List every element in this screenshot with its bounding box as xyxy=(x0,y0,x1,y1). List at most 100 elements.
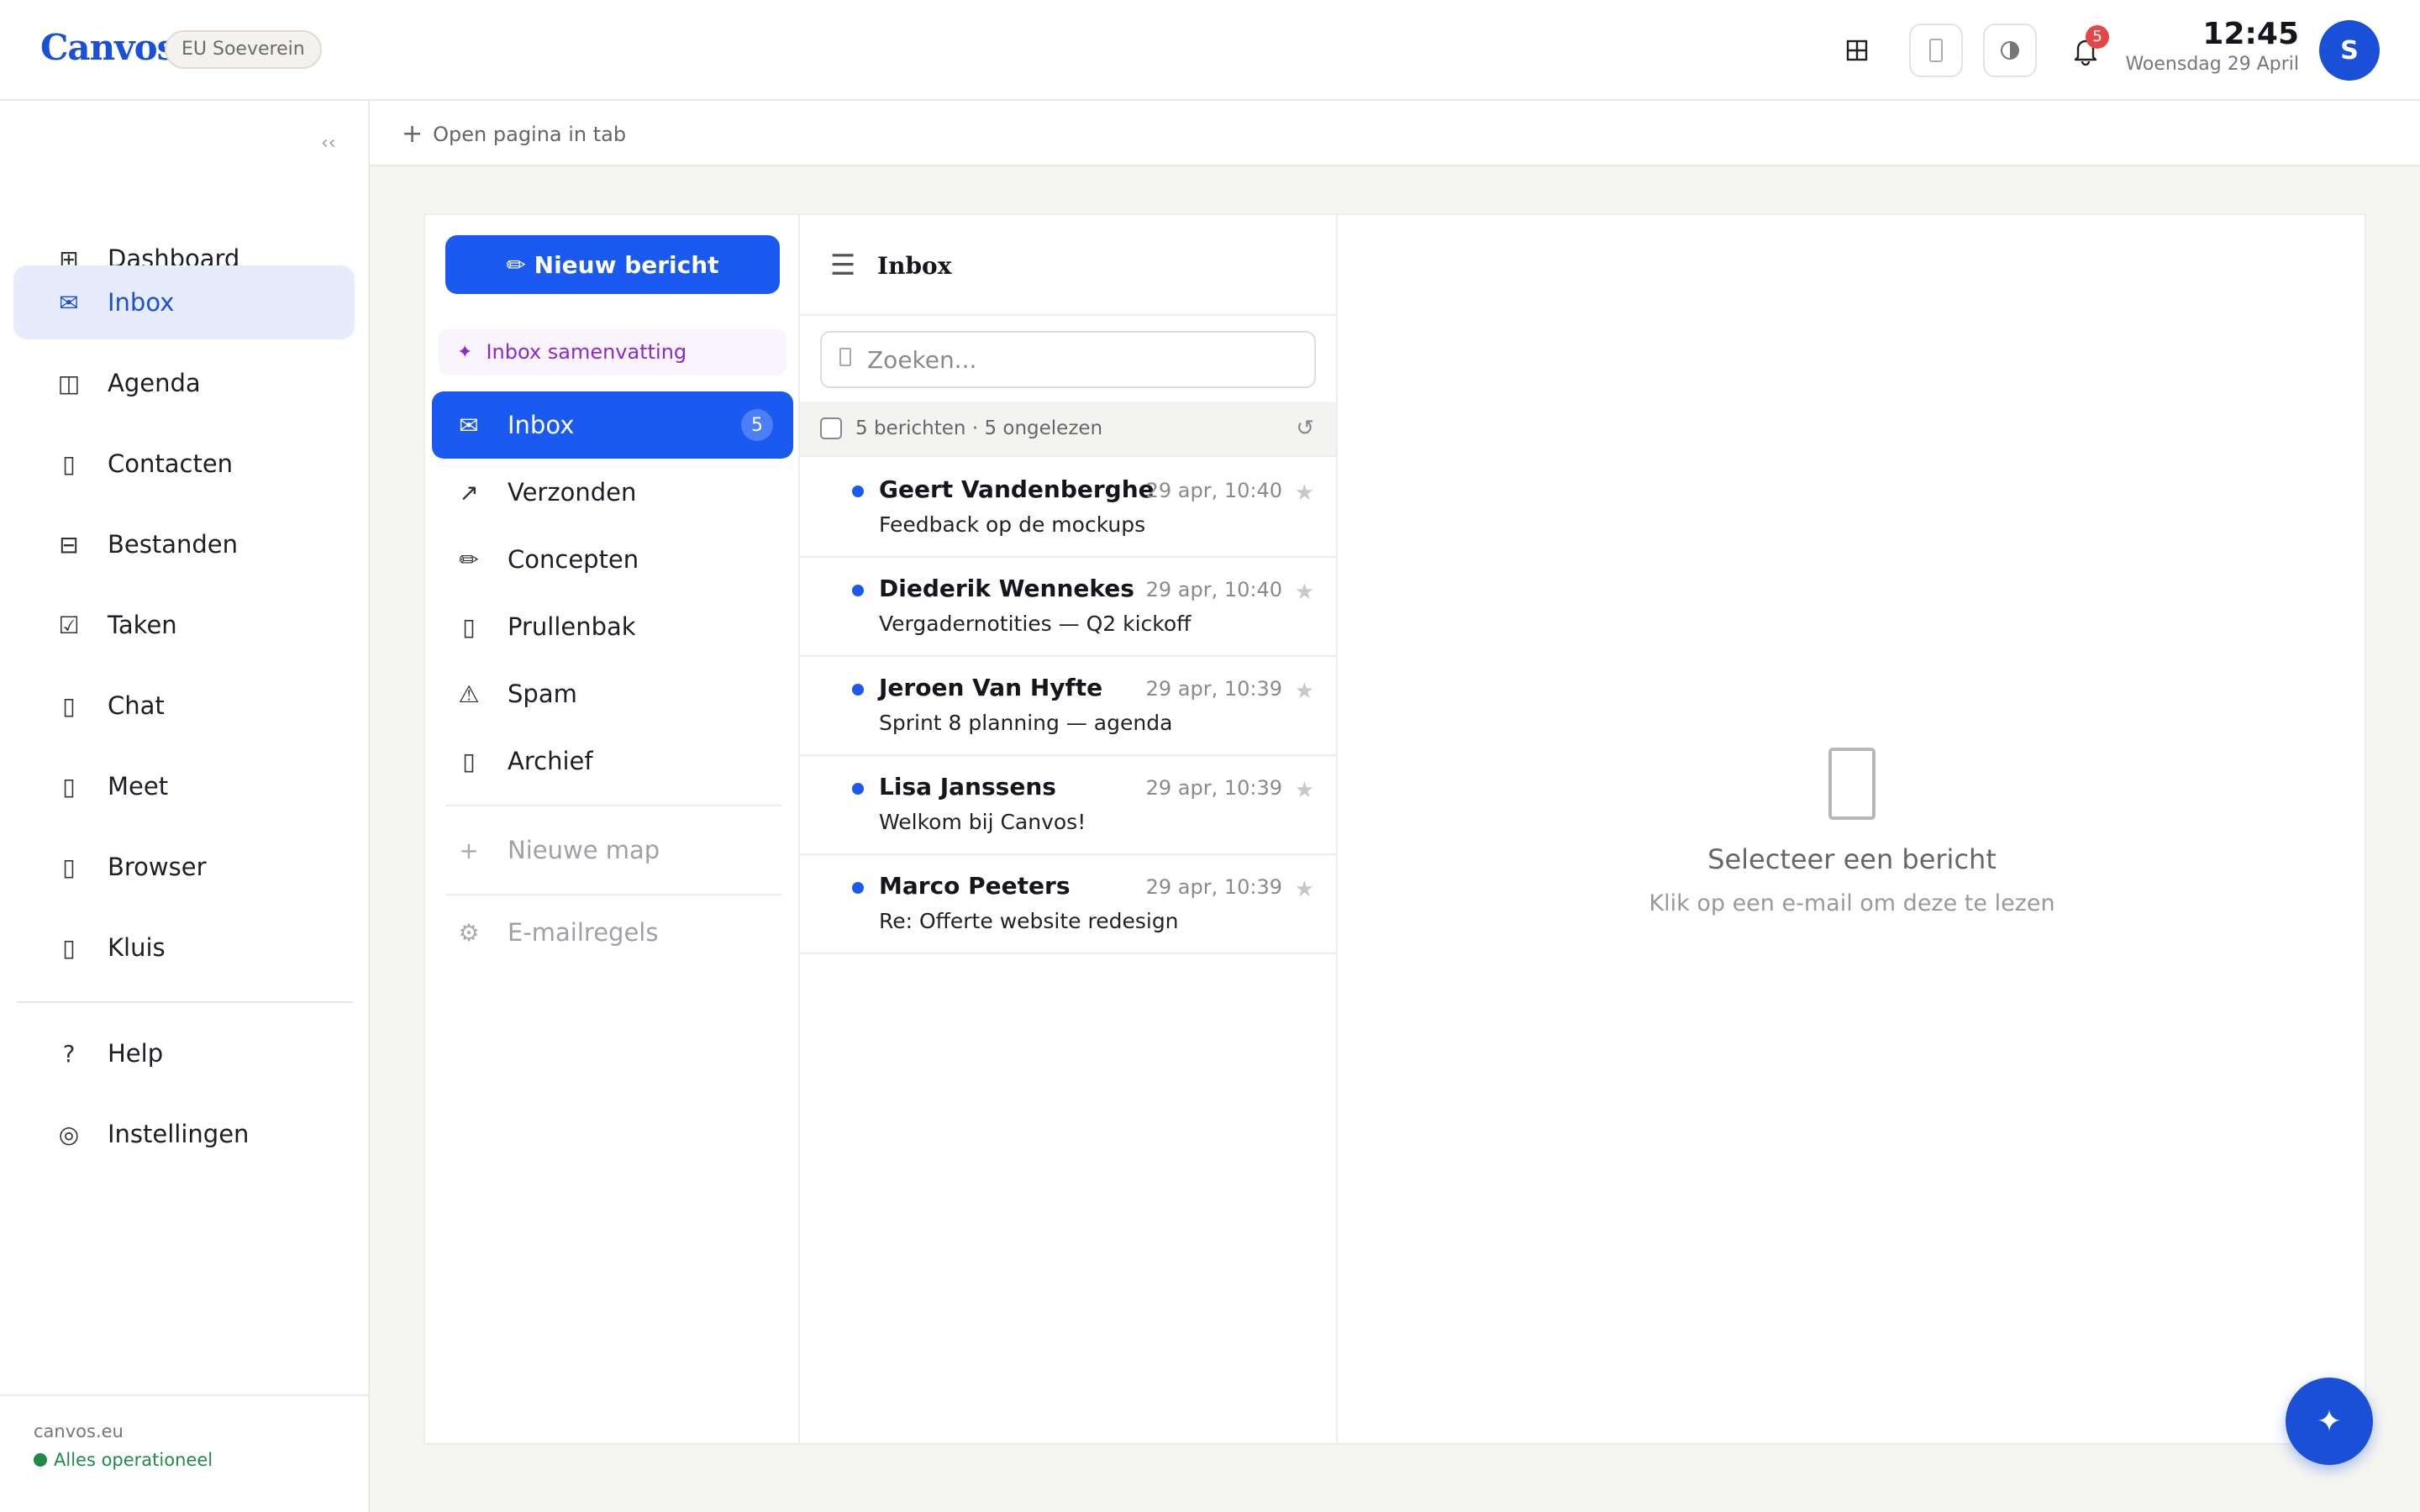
sidebar-item-label: Taken xyxy=(108,611,177,639)
sidebar-item-label: Help xyxy=(108,1039,164,1068)
email-rules-label: E-mailregels xyxy=(508,918,659,947)
sidebar-item-label: Bestanden xyxy=(108,530,238,559)
message-date: 29 apr, 10:39 xyxy=(1145,677,1282,701)
sidebar-item-bestanden[interactable]: ⊟ Bestanden xyxy=(13,507,355,581)
inbox-summary-label: Inbox samenvatting xyxy=(486,340,687,364)
sidebar-item-label: Contacten xyxy=(108,449,234,478)
message-subject: Welkom bij Canvos! xyxy=(879,810,1086,834)
sparkle-icon: ✦ xyxy=(457,341,473,363)
folder-prullenbak[interactable]: ▯ Prullenbak xyxy=(432,593,793,660)
sidebar-item-taken[interactable]: ☑ Taken xyxy=(13,588,355,662)
folder-inbox[interactable]: ✉ Inbox 5 xyxy=(432,391,793,459)
star-icon[interactable]: ★ xyxy=(1295,778,1314,803)
message-row[interactable]: Marco Peeters 29 apr, 10:39 ★ Re: Offert… xyxy=(800,855,1336,954)
inbox-summary-button[interactable]: ✦ Inbox samenvatting xyxy=(439,329,786,375)
unread-count-badge: 5 xyxy=(741,409,773,441)
folder-verzonden[interactable]: ↗ Verzonden xyxy=(432,459,793,526)
open-in-tab-button[interactable]: + Open pagina in tab xyxy=(402,119,626,149)
mail-app-card: ✏ Nieuw bericht ✦ Inbox samenvatting ✉ I… xyxy=(424,213,2366,1445)
mail-icon: ✉ xyxy=(459,411,479,439)
message-date: 29 apr, 10:39 xyxy=(1145,875,1282,899)
select-all-checkbox[interactable] xyxy=(820,417,842,439)
plus-icon: + xyxy=(402,119,424,149)
sidebar-footer-divider xyxy=(0,1394,368,1396)
star-icon[interactable]: ★ xyxy=(1295,877,1314,902)
message-sender: Jeroen Van Hyfte xyxy=(879,674,1103,701)
contrast-icon[interactable] xyxy=(1983,24,2037,77)
menu-icon[interactable]: ☰ xyxy=(830,249,855,282)
warning-icon: ⚠ xyxy=(458,680,480,708)
sidebar-item-agenda[interactable]: ◫ Agenda xyxy=(13,346,355,420)
files-icon: ⊟ xyxy=(59,530,79,559)
message-list-header: ☰ Inbox xyxy=(800,215,1336,316)
mail-icon: ✉ xyxy=(59,288,79,317)
contacts-icon: ▯ xyxy=(62,449,76,478)
avatar[interactable]: S xyxy=(2319,20,2380,81)
new-folder-label: Nieuwe map xyxy=(508,836,660,864)
sidebar-item-instellingen[interactable]: ◎ Instellingen xyxy=(13,1097,355,1171)
message-subject: Re: Offerte website redesign xyxy=(879,909,1179,933)
folder-label: Archief xyxy=(508,747,593,775)
refresh-icon[interactable]: ↺ xyxy=(1296,416,1314,441)
footer-domain[interactable]: canvos.eu xyxy=(34,1421,124,1441)
new-message-button[interactable]: ✏ Nieuw bericht xyxy=(445,235,780,294)
message-row[interactable]: Jeroen Van Hyfte 29 apr, 10:39 ★ Sprint … xyxy=(800,657,1336,756)
calendar-icon: ◫ xyxy=(57,369,81,397)
message-sender: Marco Peeters xyxy=(879,872,1071,900)
new-folder-button[interactable]: + Nieuwe map xyxy=(432,816,793,884)
message-row[interactable]: Lisa Janssens 29 apr, 10:39 ★ Welkom bij… xyxy=(800,756,1336,855)
sparkle-icon: ✦ xyxy=(2316,1404,2343,1439)
message-row[interactable]: Diederik Wennekes 29 apr, 10:40 ★ Vergad… xyxy=(800,558,1336,657)
unread-dot-icon xyxy=(852,486,864,497)
tasks-icon: ☑ xyxy=(58,611,80,639)
sidebar-item-inbox[interactable]: ✉ Inbox xyxy=(13,265,355,339)
sent-icon: ↗ xyxy=(459,478,479,507)
folder-label: Spam xyxy=(508,680,577,708)
gear-icon: ⚙ xyxy=(458,918,480,947)
pencil-icon: ✏ xyxy=(459,545,479,574)
folder-concepten[interactable]: ✏ Concepten xyxy=(432,526,793,593)
sidebar-item-help[interactable]: ? Help xyxy=(13,1016,355,1090)
phone-icon[interactable] xyxy=(1909,24,1963,77)
unread-dot-icon xyxy=(852,882,864,894)
message-list-pane: ☰ Inbox 5 berichten · 5 ongelezen ↺ Geer… xyxy=(800,215,1338,1443)
sidebar-item-contacten[interactable]: ▯ Contacten xyxy=(13,427,355,501)
unread-dot-icon xyxy=(852,783,864,795)
folder-spam[interactable]: ⚠ Spam xyxy=(432,660,793,727)
app-logo[interactable]: Canvos xyxy=(40,27,176,68)
sidebar-item-chat[interactable]: ▯ Chat xyxy=(13,669,355,743)
help-icon: ? xyxy=(62,1039,76,1068)
trash-icon: ▯ xyxy=(462,612,476,641)
message-row[interactable]: Geert Vandenberghe 29 apr, 10:40 ★ Feedb… xyxy=(800,459,1336,558)
sidebar-item-meet[interactable]: ▯ Meet xyxy=(13,749,355,823)
top-bar: Canvos EU Soeverein 5 12:45 Woensdag 29 … xyxy=(0,0,2420,101)
message-date: 29 apr, 10:40 xyxy=(1145,578,1282,601)
envelope-icon xyxy=(1339,736,2365,843)
tab-strip: + Open pagina in tab xyxy=(370,101,2420,166)
empty-state-title: Selecteer een bericht xyxy=(1707,843,1996,875)
sidebar-item-label: Chat xyxy=(108,691,165,720)
star-icon[interactable]: ★ xyxy=(1295,580,1314,605)
sidebar-item-browser[interactable]: ▯ Browser xyxy=(13,830,355,904)
sidebar: ‹‹ ⊞ Dashboard ✉ Inbox ◫ Agenda ▯ Contac… xyxy=(0,101,370,1512)
message-date: 29 apr, 10:40 xyxy=(1145,479,1282,502)
folder-archief[interactable]: ▯ Archief xyxy=(432,727,793,795)
sidebar-item-kluis[interactable]: ▯ Kluis xyxy=(13,911,355,984)
message-date: 29 apr, 10:39 xyxy=(1145,776,1282,800)
sidebar-item-label: Meet xyxy=(108,772,169,801)
email-rules-button[interactable]: ⚙ E-mailregels xyxy=(432,899,793,966)
empty-state-subtitle: Klik op een e-mail om deze te lezen xyxy=(1649,890,2055,916)
star-icon[interactable]: ★ xyxy=(1295,480,1314,506)
message-subject: Sprint 8 planning — agenda xyxy=(879,711,1173,735)
ai-assistant-button[interactable]: ✦ xyxy=(2286,1378,2373,1465)
sidebar-item-label: Agenda xyxy=(108,369,201,397)
folder-divider xyxy=(445,894,781,895)
grid-icon[interactable] xyxy=(1830,24,1884,77)
sidebar-divider xyxy=(17,1001,353,1003)
collapse-sidebar-icon[interactable]: ‹‹ xyxy=(321,133,336,154)
search-input[interactable] xyxy=(867,345,1270,374)
star-icon[interactable]: ★ xyxy=(1295,679,1314,704)
sidebar-item-label: Instellingen xyxy=(108,1120,250,1148)
message-sender: Lisa Janssens xyxy=(879,773,1056,801)
search-box[interactable] xyxy=(820,331,1316,388)
